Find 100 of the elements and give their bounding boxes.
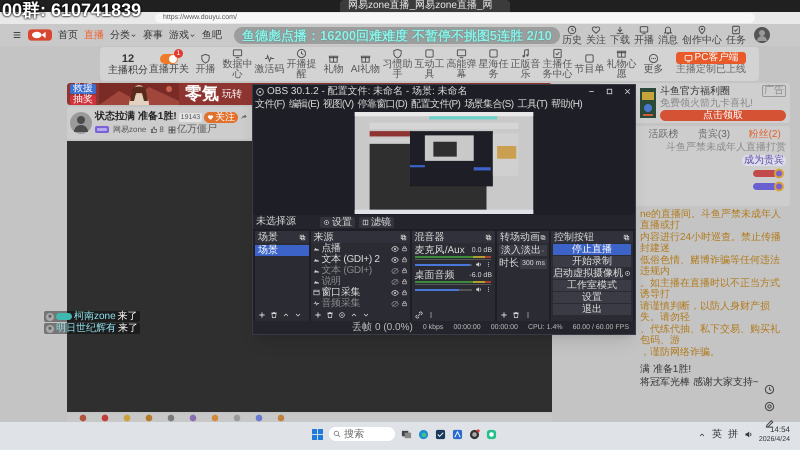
nav-link[interactable]: 首页 <box>58 28 78 42</box>
control-button[interactable]: 退出 <box>553 304 631 315</box>
tool-button[interactable]: 互动工具 <box>414 48 445 80</box>
tool-button[interactable]: 礼物心愿 <box>606 48 637 80</box>
dock-title: 控制按钮 <box>554 232 594 242</box>
banner-button[interactable]: 抽奖 <box>70 94 96 104</box>
source-name: 说明 <box>322 276 341 287</box>
nav-link[interactable]: 赛事 <box>143 28 163 42</box>
tool-button[interactable]: 更多 <box>638 53 669 75</box>
user-menu-item[interactable]: 开播 <box>634 24 654 46</box>
client-download-button[interactable]: PC客户端 <box>676 52 746 64</box>
dock-title: 场景 <box>258 232 278 242</box>
follow-button[interactable]: 关注 <box>204 112 238 122</box>
chat-username: 柯南zone <box>74 311 116 322</box>
notice-text-line: 、代练代抽、私下交易、购买礼包码、游 <box>640 324 781 346</box>
tool-button[interactable]: 开播 <box>190 53 221 75</box>
nav-link[interactable]: 鱼吧 <box>202 28 222 42</box>
control-button[interactable]: 工作室模式 <box>553 280 631 291</box>
chat-action: 来了 <box>118 323 138 334</box>
user-menu-item[interactable]: 任务 <box>726 24 746 46</box>
menu-item[interactable]: 文件(F) <box>255 98 285 110</box>
browser-tab[interactable]: 网易zone直播_网易zone直播_网 <box>340 0 510 12</box>
notice-text-line: 低俗色情、赌博诈骗等任何违法违规内 <box>640 255 781 277</box>
control-button[interactable]: 停止直播 <box>553 244 631 255</box>
points-label: 主播积分 <box>108 64 148 76</box>
toolbar-button[interactable]: 滤镜 <box>359 216 394 228</box>
overlay-banner: 鱼德彪点播：16200回难难度 不暂停不挑图5连胜 2/10 <box>234 27 560 44</box>
dock-title: 来源 <box>314 232 334 242</box>
category-link[interactable]: 亿万僵尸 <box>176 124 217 135</box>
source-name: 文本 (GDI+) <box>322 265 373 276</box>
user-menu-item[interactable]: 下载 <box>610 24 630 46</box>
window-title: OBS 30.1.2 - 配置文件: 未命名 - 场景: 未命名 <box>267 86 469 98</box>
ranking-tab[interactable]: 活跃榜 <box>638 126 689 142</box>
dock-title: 转场动画 <box>500 232 540 242</box>
source-status-label: 未选择源 <box>256 216 297 228</box>
menu-item[interactable]: 帮助(H) <box>551 98 582 110</box>
banner-title: 零氪 <box>185 83 219 105</box>
tool-button[interactable]: 数据中心 <box>222 48 253 80</box>
channel-name: 麦克风/Aux <box>414 245 465 256</box>
ad-tag: 广告 <box>762 85 786 97</box>
chat-message: 满 准备1胜! <box>640 363 692 376</box>
tool-button[interactable]: 激活码 <box>254 53 285 75</box>
user-menu-item[interactable]: 关注 <box>586 24 606 46</box>
user-menu-item[interactable]: 创作中心 <box>682 24 722 46</box>
user-menu-item[interactable]: 消息 <box>658 24 678 46</box>
input-method-indicator[interactable]: 英 <box>712 427 722 442</box>
menu-item[interactable]: 视图(V) <box>323 98 354 110</box>
transition-dropdown[interactable]: 淡入淡出 <box>499 245 547 256</box>
notice-text-line: 请谨慎判断，以防人身财产损失。请勿轻 <box>640 301 771 323</box>
channel-name: 桌面音频 <box>414 270 455 281</box>
tool-button[interactable]: 星海任务 <box>478 48 509 80</box>
menu-item[interactable]: 场景集合(S) <box>464 98 514 110</box>
input-method-indicator[interactable]: 拼 <box>728 427 738 442</box>
source-name: 文本 (GDI+) 2 <box>322 254 381 265</box>
menu-item[interactable]: 配置文件(P) <box>411 98 460 110</box>
tool-button[interactable]: 节目单 <box>574 53 605 75</box>
switch-label: 直播开关 <box>149 64 189 74</box>
become-vip-button[interactable]: 成为贵宾 <box>742 155 786 166</box>
vip-notice: 斗鱼严禁未成年人直播打赏 <box>666 142 786 154</box>
chat-username: 明日世纪辉有 <box>56 323 116 334</box>
source-name: 音频采集 <box>322 298 362 309</box>
tool-button[interactable]: 正版音乐 <box>510 48 541 80</box>
streamer-name: 网易zone <box>113 124 146 135</box>
tool-button[interactable]: 开播提醒 <box>286 48 317 80</box>
chat-message: 将冠军光棒 感谢大家支持~ <box>640 376 760 389</box>
control-button[interactable]: 启动虚拟摄像机 <box>553 268 623 279</box>
points-value: 12 <box>122 52 134 64</box>
nav-link[interactable]: 游戏 <box>169 28 196 42</box>
chat-action: 来了 <box>118 311 138 322</box>
source-item[interactable]: 文本 (GDI+) 2 <box>310 254 410 265</box>
toolbar-button[interactable]: 设置 <box>320 216 355 228</box>
user-menu-item[interactable]: 历史 <box>562 24 582 46</box>
source-item[interactable]: 说明 <box>310 276 410 287</box>
tool-button[interactable]: 高能弹幕 <box>446 48 477 80</box>
source-name: 窗口采集 <box>322 287 362 298</box>
dock-title: 混音器 <box>414 232 445 242</box>
status-text: 丢帧 0 (0.0%) <box>352 322 413 334</box>
tool-button[interactable]: 主播任务中心 <box>542 48 573 80</box>
room-title: 状态拉满 准备1胜! <box>95 111 177 123</box>
source-item[interactable]: 文本 (GDI+) <box>310 265 410 276</box>
control-button[interactable]: 设置 <box>553 292 631 303</box>
source-item[interactable]: 点播 <box>310 243 410 254</box>
menu-item[interactable]: 编辑(E) <box>288 98 320 110</box>
tool-button[interactable]: 习惯助手 <box>382 48 413 80</box>
notice-text-line: ne的直播间。斗鱼严禁未成年人直播或打 <box>640 209 782 231</box>
control-button[interactable]: 开始录制 <box>553 256 631 267</box>
source-item[interactable]: 窗口采集 <box>310 287 410 298</box>
menu-item[interactable]: 停靠窗口(D) <box>357 98 408 110</box>
source-item[interactable]: 音频采集 <box>310 298 410 309</box>
ranking-tab[interactable]: 贵宾(3) <box>688 126 740 142</box>
search-field[interactable]: 搜索 <box>329 427 395 441</box>
source-name: 点播 <box>322 243 342 254</box>
scene-item[interactable]: 场景 <box>255 245 309 256</box>
claim-button[interactable]: 点击领取 <box>660 110 786 121</box>
nav-link[interactable]: 分类 <box>110 28 137 42</box>
ad-title: 斗鱼官方福利圈 <box>660 86 730 96</box>
banner-subtitle: 玩转 <box>222 88 242 102</box>
tool-button[interactable]: 礼物 <box>318 53 349 75</box>
tool-button[interactable]: AI礼物 <box>350 53 381 75</box>
menu-item[interactable]: 工具(T) <box>517 98 548 110</box>
